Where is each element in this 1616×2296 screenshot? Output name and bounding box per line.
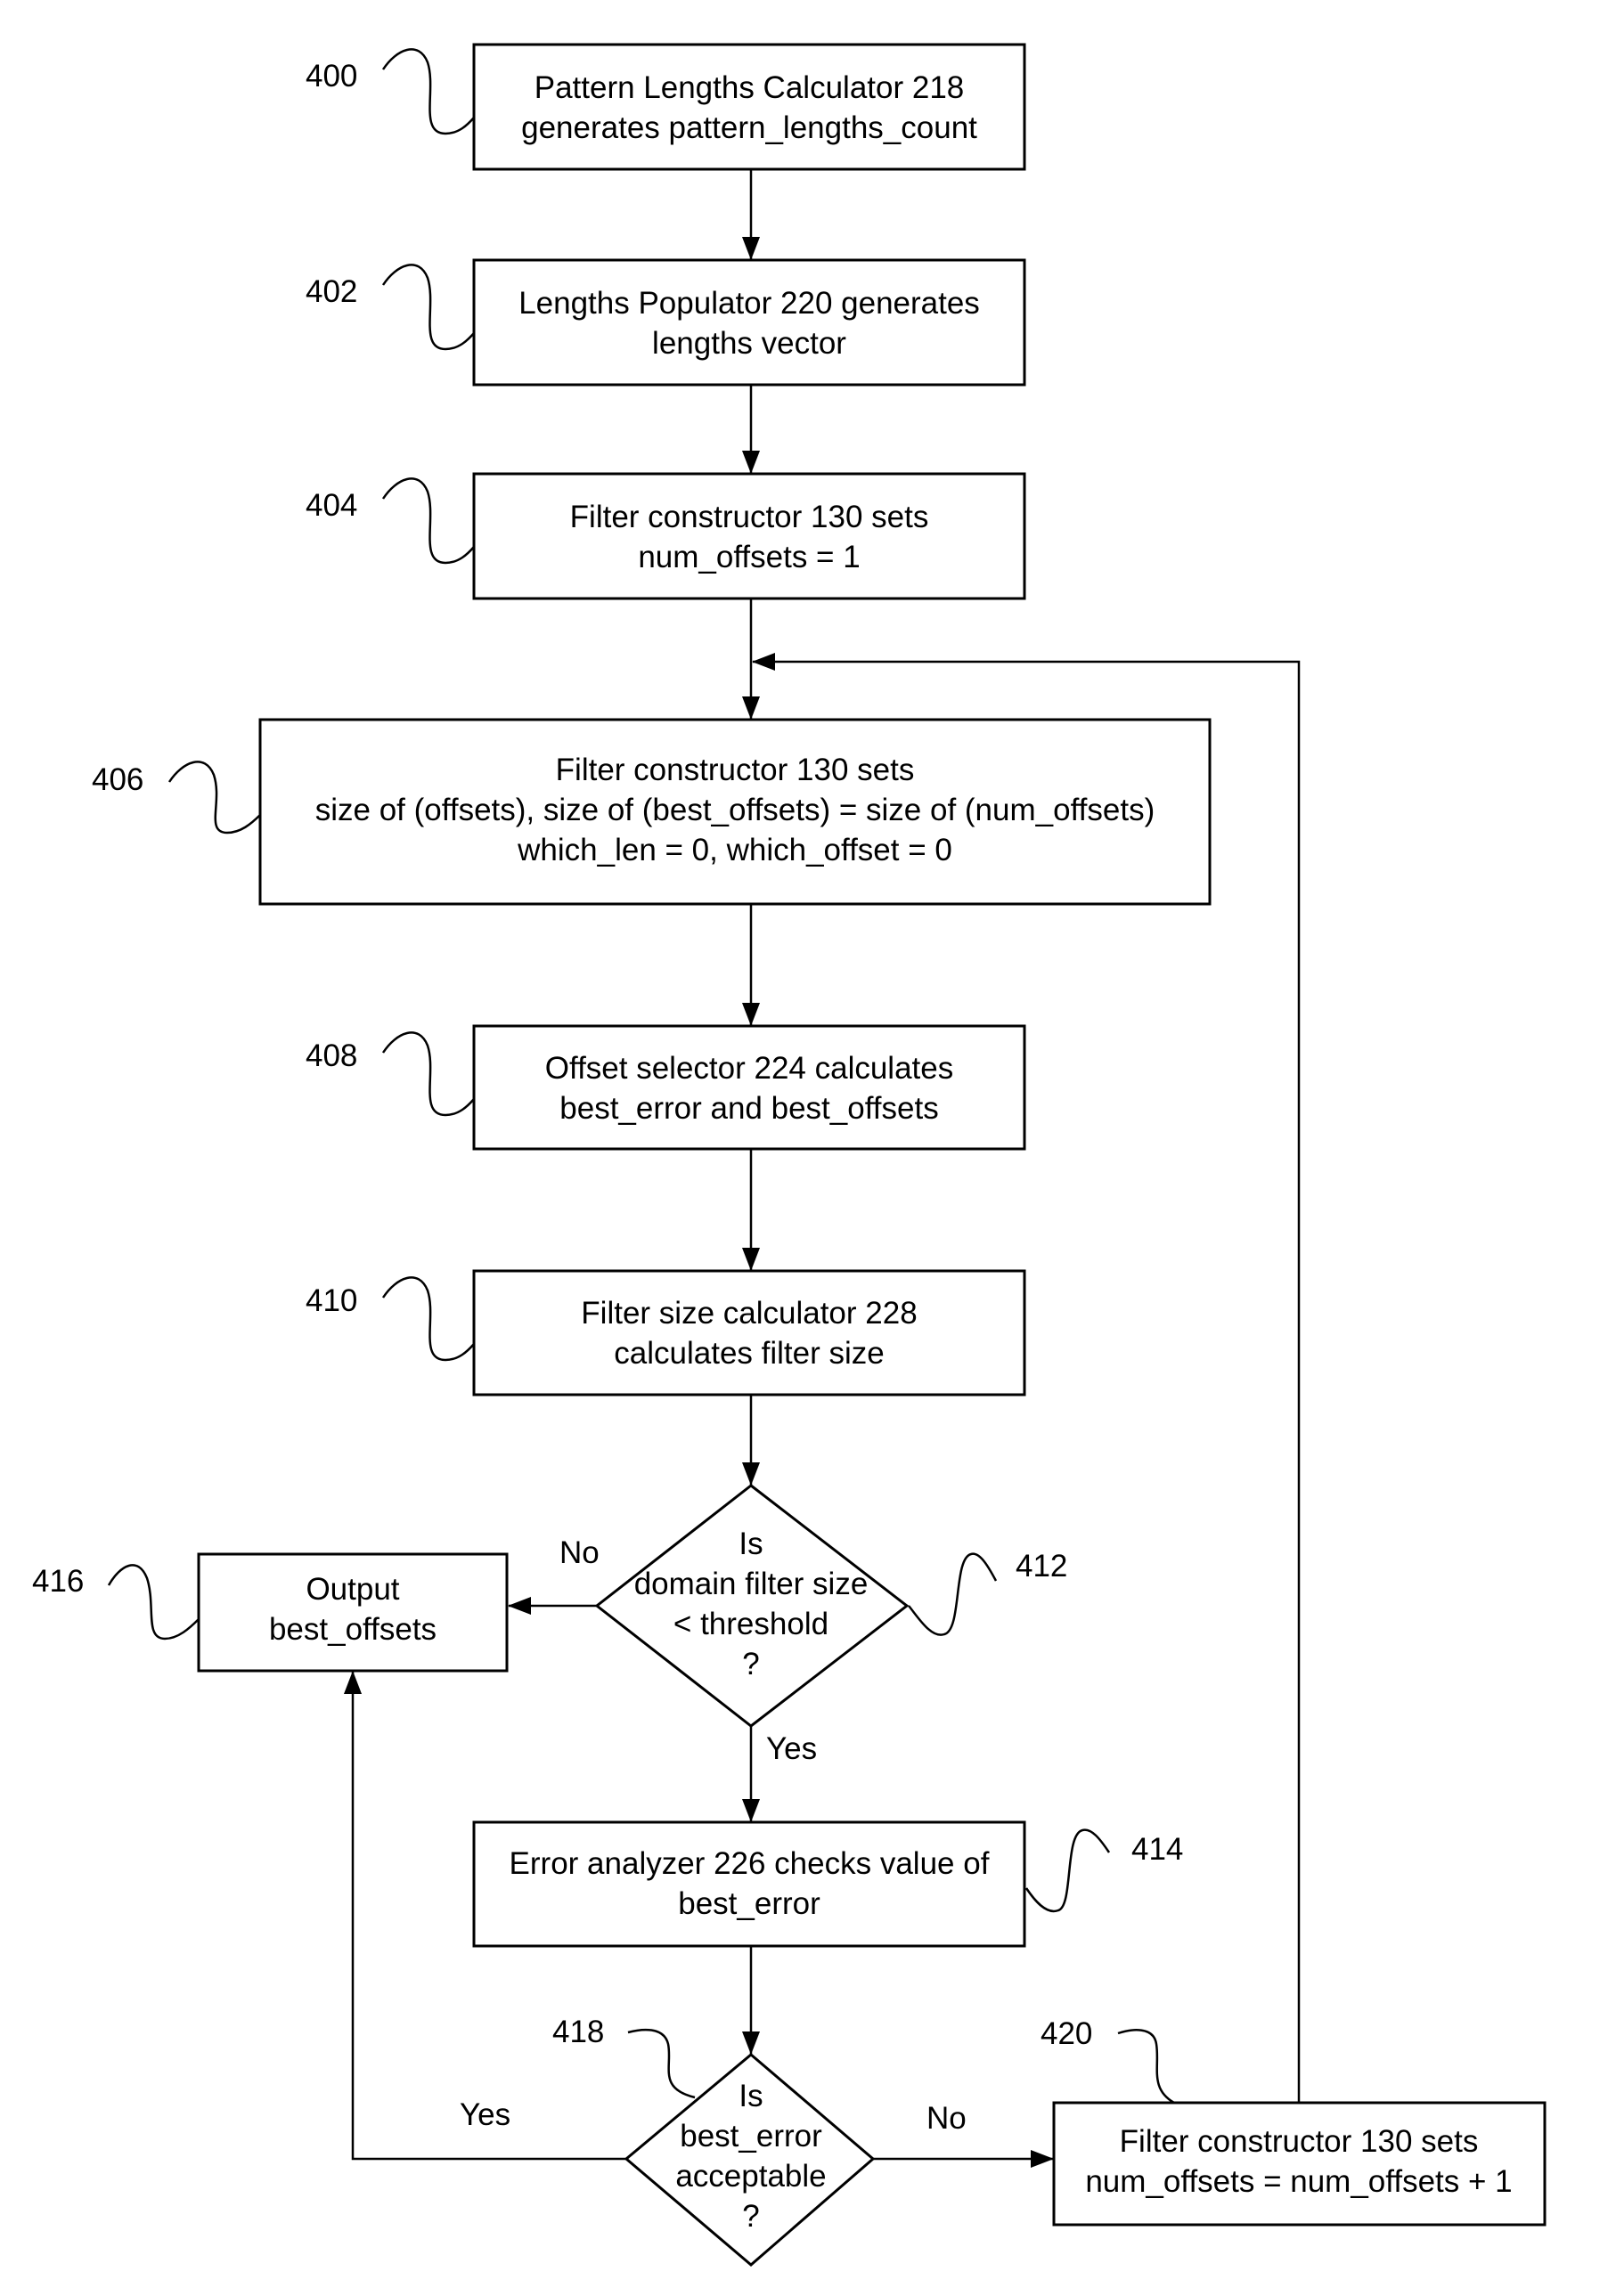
ref-leader-412 <box>908 1552 998 1636</box>
ref-label-416: 416 <box>32 1564 84 1599</box>
ref-leader-420 <box>1117 2029 1175 2105</box>
node-410: Filter size calculator 228 calculates fi… <box>472 1269 1026 1396</box>
node-406-line-3: which_len = 0, which_offset = 0 <box>517 833 952 867</box>
node-416: Output best_offsets <box>197 1552 509 1673</box>
edge-label-412-no: No <box>559 1535 600 1570</box>
ref-leader-418 <box>627 2028 696 2099</box>
node-418-line-4: ? <box>742 2199 759 2234</box>
node-416-line-1: Output <box>306 1572 399 1607</box>
node-402-line-1: Lengths Populator 220 generates <box>518 286 980 321</box>
node-400-line-2: generates pattern_lengths_count <box>521 110 977 145</box>
node-402: Lengths Populator 220 generates lengths … <box>472 258 1026 387</box>
node-404-line-2: num_offsets = 1 <box>638 540 860 574</box>
node-412-line-3: < threshold <box>673 1607 828 1641</box>
ref-leader-416 <box>107 1564 200 1641</box>
ref-leader-414 <box>1024 1828 1111 1913</box>
ref-leader-400 <box>381 48 475 135</box>
ref-leader-404 <box>381 477 475 565</box>
ref-label-400: 400 <box>306 59 357 94</box>
ref-label-406: 406 <box>92 762 143 797</box>
node-408-line-2: best_error and best_offsets <box>559 1091 938 1126</box>
ref-label-410: 410 <box>306 1283 357 1318</box>
node-414-line-1: Error analyzer 226 checks value of <box>510 1846 990 1881</box>
node-418-line-1: Is <box>739 2079 763 2113</box>
node-402-line-2: lengths vector <box>652 326 846 361</box>
ref-label-412: 412 <box>1016 1549 1067 1584</box>
ref-label-402: 402 <box>306 274 357 309</box>
node-420-line-1: Filter constructor 130 sets <box>1120 2124 1479 2159</box>
node-408: Offset selector 224 calculates best_erro… <box>472 1024 1026 1151</box>
ref-leader-408 <box>381 1031 475 1117</box>
node-412-line-4: ? <box>742 1647 759 1681</box>
ref-label-414: 414 <box>1131 1832 1183 1867</box>
node-420: Filter constructor 130 sets num_offsets … <box>1052 2101 1547 2227</box>
node-406-line-2: size of (offsets), size of (best_offsets… <box>315 793 1155 827</box>
node-418-line-2: best_error <box>680 2119 822 2154</box>
node-404: Filter constructor 130 sets num_offsets … <box>472 472 1026 600</box>
node-416-line-2: best_offsets <box>269 1612 437 1647</box>
ref-label-418: 418 <box>552 2015 604 2049</box>
edge-label-418-no: No <box>926 2101 967 2136</box>
ref-label-420: 420 <box>1041 2016 1092 2051</box>
node-406-line-1: Filter constructor 130 sets <box>556 753 915 787</box>
node-410-line-1: Filter size calculator 228 <box>581 1296 917 1331</box>
edge-label-418-yes: Yes <box>460 2097 510 2132</box>
node-412: Is domain filter size < threshold ? <box>594 1484 910 1728</box>
node-414-line-2: best_error <box>678 1886 820 1921</box>
ref-label-404: 404 <box>306 488 357 523</box>
node-418: Is best_error acceptable ? <box>624 2053 876 2267</box>
node-408-line-1: Offset selector 224 calculates <box>545 1051 954 1086</box>
node-400-line-1: Pattern Lengths Calculator 218 <box>535 70 965 105</box>
ref-leader-410 <box>381 1276 475 1362</box>
node-406: Filter constructor 130 sets size of (off… <box>258 718 1212 906</box>
node-418-line-3: acceptable <box>675 2159 826 2194</box>
node-400: Pattern Lengths Calculator 218 generates… <box>472 43 1026 171</box>
edge-label-412-yes: Yes <box>766 1731 817 1766</box>
ref-leader-402 <box>381 264 475 351</box>
node-414: Error analyzer 226 checks value of best_… <box>472 1820 1026 1948</box>
node-420-line-2: num_offsets = num_offsets + 1 <box>1085 2164 1512 2199</box>
node-404-line-1: Filter constructor 130 sets <box>570 500 929 534</box>
ref-label-408: 408 <box>306 1038 357 1073</box>
node-412-line-2: domain filter size <box>634 1567 869 1601</box>
node-412-line-1: Is <box>739 1527 763 1561</box>
flowchart: Pattern Lengths Calculator 218 generates… <box>32 43 1547 2267</box>
ref-leader-406 <box>167 761 261 835</box>
node-410-line-2: calculates filter size <box>614 1336 884 1371</box>
